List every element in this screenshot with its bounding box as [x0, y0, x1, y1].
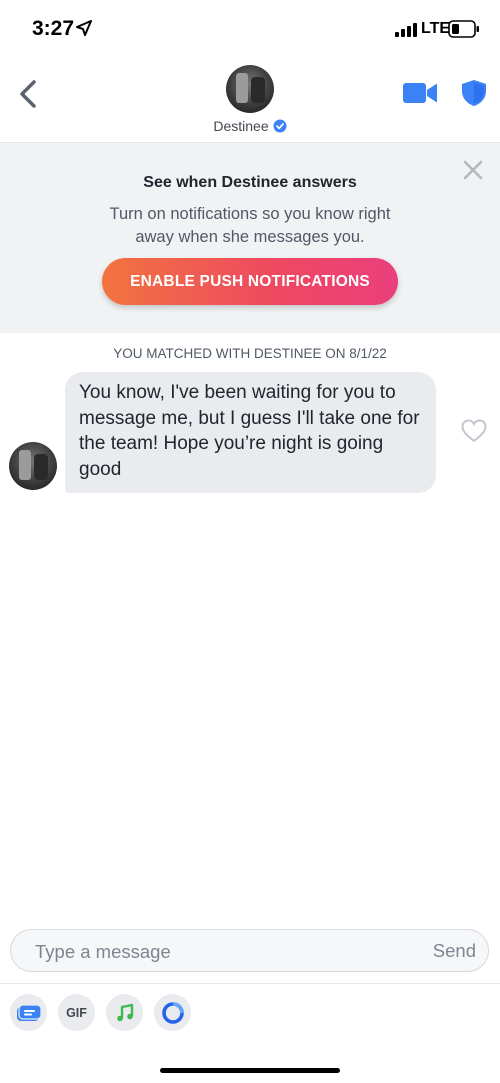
message-input[interactable]: [33, 930, 417, 973]
home-indicator: [160, 1068, 340, 1073]
notification-banner: See when Destinee answers Turn on notifi…: [0, 143, 500, 333]
sender-avatar[interactable]: [9, 442, 57, 490]
profile-name: Destinee: [213, 118, 269, 134]
profile-name-row[interactable]: Destinee: [0, 118, 500, 134]
heart-icon[interactable]: [461, 419, 487, 443]
ring-button[interactable]: [154, 994, 191, 1031]
enable-push-notifications-button[interactable]: ENABLE PUSH NOTIFICATIONS: [102, 258, 398, 305]
shield-icon[interactable]: [461, 79, 487, 107]
sticker-icon: [16, 1003, 42, 1021]
status-bar: 3:27 LTE: [0, 0, 500, 60]
back-button[interactable]: [14, 76, 42, 112]
match-date-label: YOU MATCHED WITH DESTINEE ON 8/1/22: [113, 346, 387, 361]
toolbar-divider: [0, 983, 500, 984]
message-bubble[interactable]: You know, I've been waiting for you to m…: [65, 372, 436, 493]
location-arrow-icon: [76, 20, 92, 36]
chat-header: Destinee: [0, 60, 500, 143]
network-type: LTE: [421, 20, 451, 37]
sticker-button[interactable]: [10, 994, 47, 1031]
battery-icon: [448, 20, 479, 38]
music-note-icon: [116, 1003, 133, 1021]
music-button[interactable]: [106, 994, 143, 1031]
notification-body: Turn on notifications so you know right …: [109, 205, 391, 246]
profile-avatar[interactable]: [226, 65, 274, 113]
back-chevron-icon: [20, 80, 36, 108]
gif-button[interactable]: GIF: [58, 994, 95, 1031]
signal-icon: [395, 23, 417, 37]
notification-title: See when Destinee answers: [143, 174, 357, 191]
message-composer: Send: [10, 929, 489, 973]
video-call-button[interactable]: [403, 82, 437, 104]
gif-icon: GIF: [66, 1005, 87, 1020]
verified-check-icon: [273, 119, 287, 133]
ring-icon: [161, 1001, 184, 1024]
send-button[interactable]: Send: [433, 940, 476, 962]
status-time: 3:27: [32, 17, 75, 40]
